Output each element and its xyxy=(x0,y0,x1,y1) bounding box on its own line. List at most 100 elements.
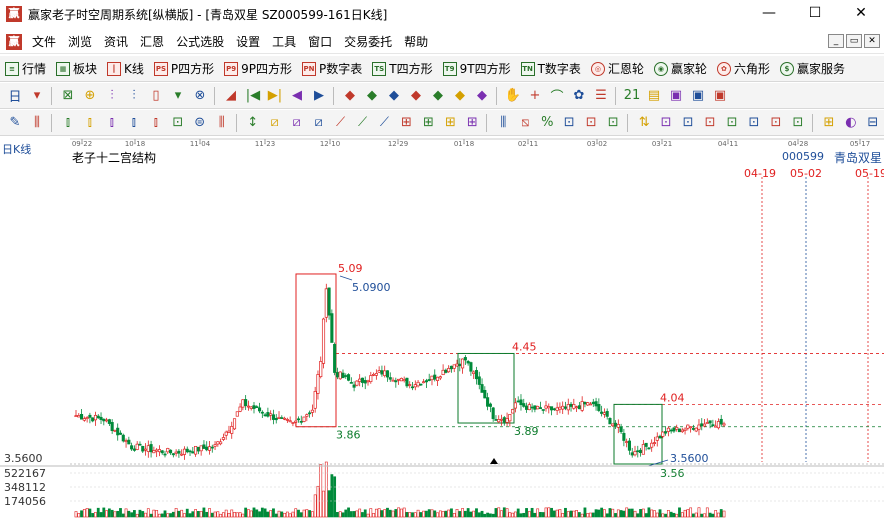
toolbar-tool-icon[interactable]: 21 xyxy=(621,85,643,107)
toolbar-tool-icon[interactable]: ⟋ xyxy=(352,112,374,134)
toolbar-tool-icon[interactable]: ⌒ xyxy=(546,85,568,107)
menu-browse[interactable]: 浏览 xyxy=(62,31,98,53)
menu-info[interactable]: 资讯 xyxy=(98,31,134,53)
toolbar-tool-icon[interactable]: ⧄ xyxy=(264,112,286,134)
toolbar-tool-icon[interactable]: ⫼ xyxy=(492,112,514,134)
menu-help[interactable]: 帮助 xyxy=(398,31,434,53)
mdi-close-button[interactable]: ✕ xyxy=(864,34,880,48)
nav-sectors[interactable]: ▦ 板块 xyxy=(51,57,102,81)
toolbar-tool-icon[interactable]: ⊡ xyxy=(743,112,765,134)
toolbar-tool-icon[interactable]: ⊕ xyxy=(79,85,101,107)
toolbar-tool-icon[interactable]: ▶| xyxy=(264,85,286,107)
toolbar-tool-icon[interactable]: ◆ xyxy=(471,85,493,107)
toolbar-tool-icon[interactable]: ⟋ xyxy=(374,112,396,134)
nav-t-square[interactable]: TS T四方形 xyxy=(367,57,437,81)
menu-formula-screener[interactable]: 公式选股 xyxy=(170,31,230,53)
toolbar-tool-icon[interactable]: ▣ xyxy=(665,85,687,107)
nav-huien-wheel[interactable]: ◎ 汇恩轮 xyxy=(586,57,649,81)
toolbar-tool-icon[interactable]: ↕ xyxy=(242,112,264,134)
toolbar-tool-icon[interactable]: ⊡ xyxy=(677,112,699,134)
toolbar-tool-icon[interactable]: ⫾ xyxy=(57,112,79,134)
toolbar-tool-icon[interactable]: ◆ xyxy=(405,85,427,107)
toolbar-tool-icon[interactable]: ⫶ xyxy=(101,85,123,107)
toolbar-tool-icon[interactable]: ⊡ xyxy=(699,112,721,134)
nav-kline[interactable]: ┃ K线 xyxy=(102,57,149,81)
toolbar-tool-icon[interactable]: ⊗ xyxy=(189,85,211,107)
nav-t-number-table[interactable]: TN T数字表 xyxy=(516,57,586,81)
mdi-restore-button[interactable]: ▭ xyxy=(846,34,862,48)
nav-p-square[interactable]: PS P四方形 xyxy=(149,57,219,81)
toolbar-tool-icon[interactable]: ⫾ xyxy=(145,112,167,134)
menu-tools[interactable]: 工具 xyxy=(266,31,302,53)
toolbar-tool-icon[interactable]: ⊡ xyxy=(167,112,189,134)
toolbar-tool-icon[interactable]: ⇅ xyxy=(633,112,655,134)
minimize-button[interactable]: — xyxy=(746,0,792,28)
menu-file[interactable]: 文件 xyxy=(26,31,62,53)
toolbar-tool-icon[interactable]: ⊡ xyxy=(787,112,809,134)
toolbar-tool-icon[interactable]: ◆ xyxy=(449,85,471,107)
toolbar-tool-icon[interactable]: ✋ xyxy=(502,85,524,107)
toolbar-tool-icon[interactable]: ⊞ xyxy=(395,112,417,134)
nav-hexagon[interactable]: ✿ 六角形 xyxy=(712,57,775,81)
toolbar-tool-icon[interactable]: ⊟ xyxy=(862,112,884,134)
toolbar-tool-icon[interactable]: ▶ xyxy=(308,85,330,107)
toolbar-tool-icon[interactable]: ◆ xyxy=(427,85,449,107)
toolbar-tool-icon[interactable]: ◆ xyxy=(339,85,361,107)
toolbar-tool-icon[interactable]: |◀ xyxy=(242,85,264,107)
nav-9t-square[interactable]: T9 9T四方形 xyxy=(438,57,516,81)
toolbar-tool-icon[interactable]: ▾ xyxy=(167,85,189,107)
candle-body xyxy=(580,401,584,411)
toolbar-tool-icon[interactable]: ⊠ xyxy=(57,85,79,107)
toolbar-tool-icon[interactable]: ▾ xyxy=(26,85,48,107)
toolbar-tool-icon[interactable]: ⊞ xyxy=(818,112,840,134)
toolbar-tool-icon[interactable]: ⊡ xyxy=(602,112,624,134)
toolbar-tool-icon[interactable]: ◀ xyxy=(286,85,308,107)
menu-window[interactable]: 窗口 xyxy=(302,31,338,53)
toolbar-tool-icon[interactable]: ⊡ xyxy=(580,112,602,134)
toolbar-tool-icon[interactable]: ⫾ xyxy=(101,112,123,134)
toolbar-tool-icon[interactable]: ⊞ xyxy=(417,112,439,134)
toolbar-tool-icon[interactable]: ⊞ xyxy=(439,112,461,134)
toolbar-tool-icon[interactable]: ◆ xyxy=(383,85,405,107)
mdi-minimize-button[interactable]: _ xyxy=(828,34,844,48)
nav-quotes[interactable]: ≡ 行情 xyxy=(0,57,51,81)
toolbar-tool-icon[interactable]: ▣ xyxy=(687,85,709,107)
toolbar-tool-icon[interactable]: 日 xyxy=(4,85,26,107)
toolbar-tool-icon[interactable]: ▣ xyxy=(709,85,731,107)
nav-yingjia-wheel[interactable]: ◉ 赢家轮 xyxy=(649,57,712,81)
toolbar-tool-icon[interactable]: ☰ xyxy=(590,85,612,107)
toolbar-tool-icon[interactable]: ⫾ xyxy=(79,112,101,134)
menu-settings[interactable]: 设置 xyxy=(230,31,266,53)
toolbar-tool-icon[interactable]: ⫼ xyxy=(26,112,48,134)
nav-yingjia-service[interactable]: $ 赢家服务 xyxy=(775,57,850,81)
toolbar-tool-icon[interactable]: ⊡ xyxy=(765,112,787,134)
toolbar-tool-icon[interactable]: ⫼ xyxy=(211,112,233,134)
toolbar-tool-icon[interactable]: % xyxy=(536,112,558,134)
toolbar-tool-icon[interactable]: ▤ xyxy=(643,85,665,107)
close-button[interactable]: ✕ xyxy=(838,0,884,28)
toolbar-tool-icon[interactable]: ⊡ xyxy=(721,112,743,134)
toolbar-tool-icon[interactable]: + xyxy=(524,85,546,107)
menu-trade[interactable]: 交易委托 xyxy=(338,31,398,53)
toolbar-tool-icon[interactable]: ⊡ xyxy=(558,112,580,134)
menu-huien[interactable]: 汇恩 xyxy=(134,31,170,53)
toolbar-tool-icon[interactable]: ⊞ xyxy=(461,112,483,134)
toolbar-tool-icon[interactable]: ⫾ xyxy=(123,112,145,134)
toolbar-tool-icon[interactable]: ⫶ xyxy=(123,85,145,107)
toolbar-tool-icon[interactable]: ◆ xyxy=(361,85,383,107)
toolbar-tool-icon[interactable]: ✎ xyxy=(4,112,26,134)
toolbar-tool-icon[interactable]: ⊡ xyxy=(655,112,677,134)
toolbar-tool-icon[interactable]: ✿ xyxy=(568,85,590,107)
toolbar-tool-icon[interactable]: ⧄ xyxy=(286,112,308,134)
toolbar-tool-icon[interactable]: ◢ xyxy=(220,85,242,107)
toolbar-tool-icon[interactable]: ◐ xyxy=(840,112,862,134)
toolbar-tool-icon[interactable]: ⧄ xyxy=(308,112,330,134)
maximize-button[interactable]: ☐ xyxy=(792,0,838,28)
toolbar-tool-icon[interactable]: ⊜ xyxy=(189,112,211,134)
toolbar-tool-icon[interactable]: ▯ xyxy=(145,85,167,107)
toolbar-tool-icon[interactable]: ⧅ xyxy=(514,112,536,134)
kline-chart[interactable]: 09-22 10-18 11-04 11-23 12-10 12-29 01-18 02-11… xyxy=(0,137,884,519)
nav-p-number-table[interactable]: PN P数字表 xyxy=(297,57,367,81)
toolbar-tool-icon[interactable]: ⟋ xyxy=(330,112,352,134)
nav-9p-square[interactable]: P9 9P四方形 xyxy=(219,57,297,81)
